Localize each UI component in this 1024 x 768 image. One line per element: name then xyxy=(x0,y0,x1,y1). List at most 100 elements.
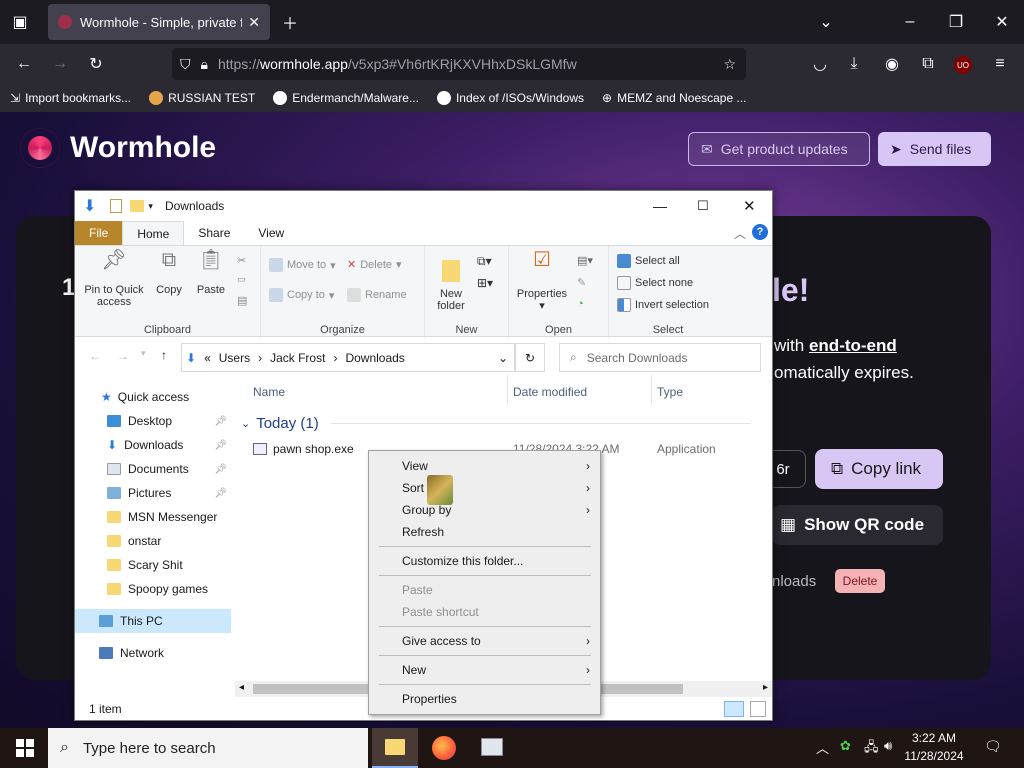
new-tab-icon[interactable]: ＋ xyxy=(276,8,304,36)
nav-downloads[interactable]: ⬇ Downloads 📌︎ xyxy=(75,433,231,457)
open-icon[interactable]: ▤▾ xyxy=(577,254,593,267)
search-input[interactable]: ⌕ Search Downloads xyxy=(559,343,761,372)
tab-share[interactable]: Share xyxy=(184,221,244,245)
new-folder-button[interactable]: New folder xyxy=(431,254,471,312)
bookmark-russian-test[interactable]: RUSSIAN TEST xyxy=(149,91,255,105)
system-clock[interactable]: 3:22 AM 11/28/2024 xyxy=(903,729,965,767)
paste-shortcut-icon[interactable]: ▤ xyxy=(237,294,247,307)
properties-button[interactable]: ☑ Properties ▾ xyxy=(513,250,571,312)
delete-button[interactable]: Delete xyxy=(835,569,885,593)
easy-access-icon[interactable]: ⊞▾ xyxy=(477,276,493,290)
menu-paste[interactable]: Paste xyxy=(369,579,600,601)
browser-tab[interactable]: Wormhole - Simple, private file ✕ xyxy=(48,4,270,40)
new-folder-icon[interactable] xyxy=(130,200,145,212)
menu-view[interactable]: View › xyxy=(369,455,600,477)
nav-pictures[interactable]: Pictures 📌︎ xyxy=(75,481,231,505)
bookmark-star-icon[interactable]: ☆ xyxy=(723,56,736,73)
nav-quick-access[interactable]: ★ Quick access xyxy=(75,385,231,409)
menu-sort-by[interactable]: Sort by › xyxy=(369,477,600,499)
address-dropdown-icon[interactable]: ⌄ xyxy=(498,351,508,365)
forward-icon[interactable]: → xyxy=(117,349,129,363)
select-none-button[interactable]: Select none xyxy=(617,276,693,290)
volume-icon[interactable]: 🔊︎ xyxy=(884,738,892,754)
tab-home[interactable]: Home xyxy=(122,221,185,245)
menu-properties[interactable]: Properties xyxy=(369,688,600,710)
overflow-chevron-icon[interactable]: « xyxy=(204,351,211,365)
rename-button[interactable]: Rename xyxy=(347,288,407,302)
extensions-icon[interactable]: ⧉ xyxy=(914,50,942,78)
breadcrumb-users[interactable]: Users xyxy=(219,351,250,365)
network-tray-icon[interactable]: 🖧︎ xyxy=(864,738,879,760)
show-qr-code-button[interactable]: ▦ Show QR code xyxy=(772,505,943,545)
nav-this-pc[interactable]: This PC xyxy=(75,609,231,633)
bookmark-import[interactable]: ⇲ Import bookmarks... xyxy=(10,91,131,105)
close-window-icon[interactable]: ✕ xyxy=(988,8,1016,36)
nav-desktop[interactable]: Desktop 📌︎ xyxy=(75,409,231,433)
windows-start-icon[interactable] xyxy=(16,739,34,757)
get-product-updates-button[interactable]: ✉ Get product updates xyxy=(688,132,870,166)
bookmark-endermanch[interactable]: Endermanch/Malware... xyxy=(273,91,419,105)
menu-refresh[interactable]: Refresh xyxy=(369,521,600,543)
back-icon[interactable]: ← xyxy=(10,50,38,78)
menu-group-by[interactable]: Group by › xyxy=(369,499,600,521)
breadcrumb-jack-frost[interactable]: Jack Frost xyxy=(270,351,325,365)
download-icon[interactable]: ⤓ xyxy=(840,50,868,78)
copy-to-button[interactable]: Copy to ▾ xyxy=(269,288,334,302)
nav-documents[interactable]: Documents 📌︎ xyxy=(75,457,231,481)
menu-give-access-to[interactable]: Give access to › xyxy=(369,630,600,652)
pin-to-quick-access-button[interactable]: 📌︎ Pin to Quick access xyxy=(81,250,147,308)
refresh-icon[interactable]: ↻ xyxy=(515,343,545,372)
taskbar-search[interactable]: ⌕ Type here to search xyxy=(48,728,368,768)
tray-app-icon[interactable]: ✿ xyxy=(840,738,851,754)
copy-path-icon[interactable]: ▭ xyxy=(237,274,246,285)
url-bar[interactable]: ⛉ 🔒︎ https://wormhole.app/v5xp3#Vh6rtKRj… xyxy=(172,48,746,80)
up-arrow-icon[interactable]: ↑ xyxy=(161,348,167,362)
tab-close-icon[interactable]: ✕ xyxy=(248,14,260,31)
minimize-icon[interactable]: – xyxy=(896,8,924,36)
column-name[interactable]: Name xyxy=(253,385,285,399)
chevron-down-icon[interactable]: ⌄ xyxy=(812,8,840,36)
menu-icon[interactable]: ≡ xyxy=(986,50,1014,78)
breadcrumb-downloads[interactable]: Downloads xyxy=(345,351,404,365)
new-item-icon[interactable]: ⧉▾ xyxy=(477,254,492,269)
notification-icon[interactable]: 🗨︎ xyxy=(984,738,1002,755)
help-icon[interactable]: ? xyxy=(752,224,768,240)
quick-access-dropdown-icon[interactable]: ▾ xyxy=(148,201,153,212)
menu-new[interactable]: New › xyxy=(369,659,600,681)
menu-paste-shortcut[interactable]: Paste shortcut xyxy=(369,601,600,623)
chevron-up-icon[interactable]: ︿ xyxy=(816,738,829,757)
reload-icon[interactable]: ↻ xyxy=(82,50,110,78)
tab-list-icon[interactable]: ▣ xyxy=(6,8,34,36)
restore-icon[interactable]: ❐ xyxy=(942,8,970,36)
close-icon[interactable]: ✕ xyxy=(743,197,756,215)
tab-view[interactable]: View xyxy=(244,221,298,245)
nav-msn-messenger[interactable]: MSN Messenger xyxy=(75,505,231,529)
bookmark-memz[interactable]: ⊕ MEMZ and Noescape ... xyxy=(602,91,746,105)
nav-network[interactable]: Network xyxy=(75,641,231,665)
large-icons-view-icon[interactable] xyxy=(750,701,766,717)
delete-button[interactable]: ✕ Delete ▾ xyxy=(347,258,402,272)
menu-customize-folder[interactable]: Customize this folder... xyxy=(369,550,600,572)
collapse-ribbon-icon[interactable]: ︿ xyxy=(734,225,746,242)
invert-selection-button[interactable]: Invert selection xyxy=(617,298,709,312)
send-files-button[interactable]: ➤ Send files xyxy=(878,132,991,166)
back-icon[interactable]: ← xyxy=(89,349,101,363)
column-type[interactable]: Type xyxy=(657,385,683,399)
pocket-icon[interactable]: ◡ xyxy=(806,50,834,78)
ublock-icon[interactable]: UO xyxy=(954,56,972,74)
nav-scary-shit[interactable]: Scary Shit xyxy=(75,553,231,577)
nav-spoopy-games[interactable]: Spoopy games xyxy=(75,577,231,601)
group-header-today[interactable]: ⌄ Today (1) xyxy=(241,415,751,432)
window-app-icon[interactable] xyxy=(481,738,503,756)
lock-icon[interactable]: 🔒︎ xyxy=(201,56,208,73)
wormhole-logo[interactable]: Wormhole xyxy=(20,128,216,168)
account-icon[interactable]: ◉ xyxy=(878,50,906,78)
copy-link-button[interactable]: ⧉ Copy link xyxy=(815,449,943,489)
forward-icon[interactable]: → xyxy=(46,50,74,78)
edit-icon[interactable]: ✎ xyxy=(577,276,586,289)
select-all-button[interactable]: Select all xyxy=(617,254,680,268)
address-bar[interactable]: ⬇ « Users › Jack Frost › Downloads ⌄ xyxy=(181,343,515,372)
maximize-icon[interactable]: ☐ xyxy=(697,198,709,214)
move-to-button[interactable]: Move to ▾ xyxy=(269,258,336,272)
bookmark-isos[interactable]: Index of /ISOs/Windows xyxy=(436,91,584,105)
